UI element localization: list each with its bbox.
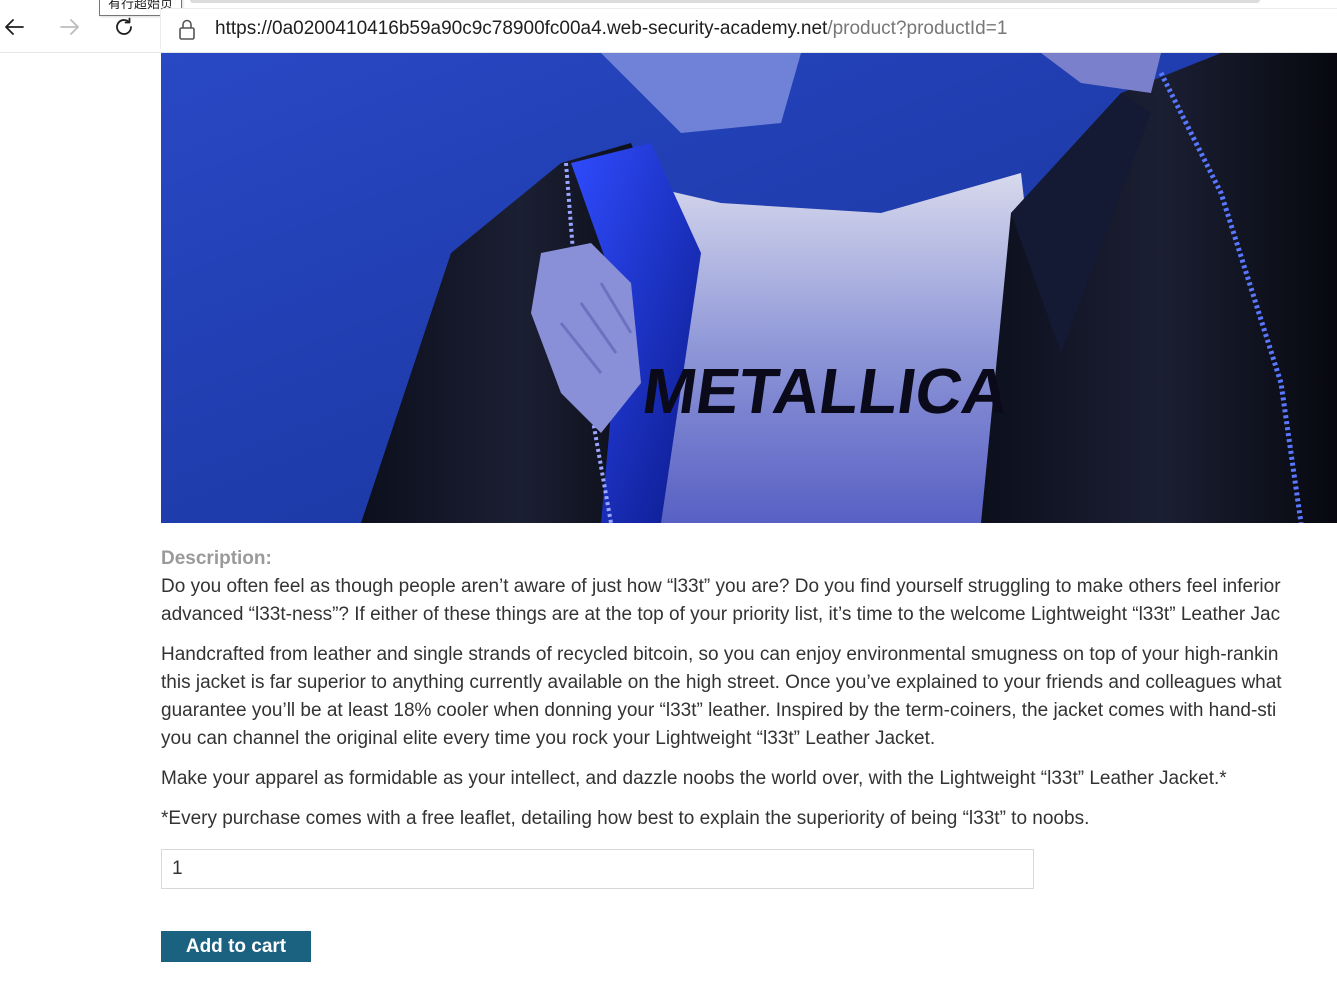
refresh-button[interactable]	[109, 12, 139, 42]
browser-toolbar: 有行超始页 https://0a0200410416b59a90c9c78900…	[0, 0, 1337, 53]
back-button[interactable]	[0, 12, 30, 42]
description-paragraph: Make your apparel as formidable as your …	[161, 768, 1227, 789]
url-host: https://0a0200410416b59a90c9c78900fc00a4…	[215, 18, 828, 39]
product-image: METALLICA	[161, 53, 1337, 523]
url-path: /product?productId=1	[827, 18, 1008, 39]
description-paragraph: Do you often feel as though people aren’…	[161, 576, 1281, 625]
refresh-icon	[112, 15, 136, 39]
quantity-input[interactable]	[161, 849, 1034, 889]
back-arrow-icon	[3, 15, 27, 39]
lock-icon[interactable]	[177, 18, 197, 40]
description-label: Description:	[161, 548, 272, 569]
description-paragraph: Handcrafted from leather and single stra…	[161, 644, 1282, 749]
address-bar[interactable]: https://0a0200410416b59a90c9c78900fc00a4…	[160, 8, 1337, 49]
add-to-cart-button[interactable]: Add to cart	[161, 931, 311, 962]
product-description: Description: Do you often feel as though…	[161, 545, 1337, 845]
description-paragraph: *Every purchase comes with a free leafle…	[161, 808, 1090, 829]
shirt-print: METALLICA	[638, 355, 1013, 427]
url-text[interactable]: https://0a0200410416b59a90c9c78900fc00a4…	[215, 18, 1007, 40]
tab-strip-edge	[190, 0, 1260, 3]
forward-arrow-icon	[57, 15, 81, 39]
forward-button[interactable]	[54, 12, 84, 42]
